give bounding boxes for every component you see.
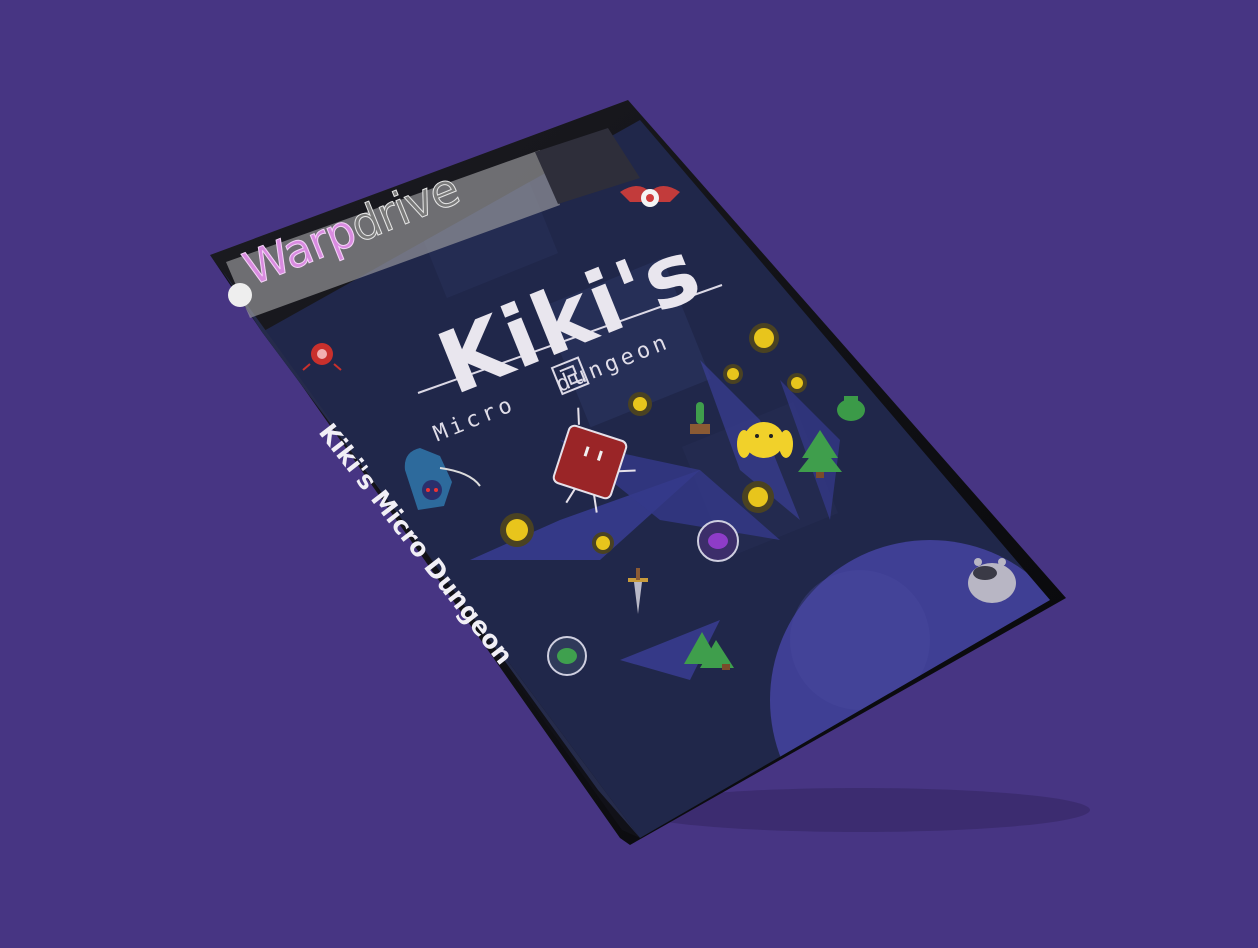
- coin-icon: [628, 392, 652, 416]
- coin-icon: [723, 364, 743, 384]
- ghost-logo-icon: [228, 283, 252, 307]
- purple-orb-icon: [697, 520, 739, 562]
- green-orb-icon: [547, 636, 587, 676]
- coin-icon: [742, 481, 774, 513]
- dvd-case-artwork: [210, 100, 1090, 845]
- coin-icon: [592, 532, 614, 554]
- coin-icon: [500, 513, 534, 547]
- coin-icon: [787, 373, 807, 393]
- scene: Warpdrive Kiki's Microdungeon Kiki's Mic…: [0, 0, 1258, 944]
- coin-icon: [749, 323, 779, 353]
